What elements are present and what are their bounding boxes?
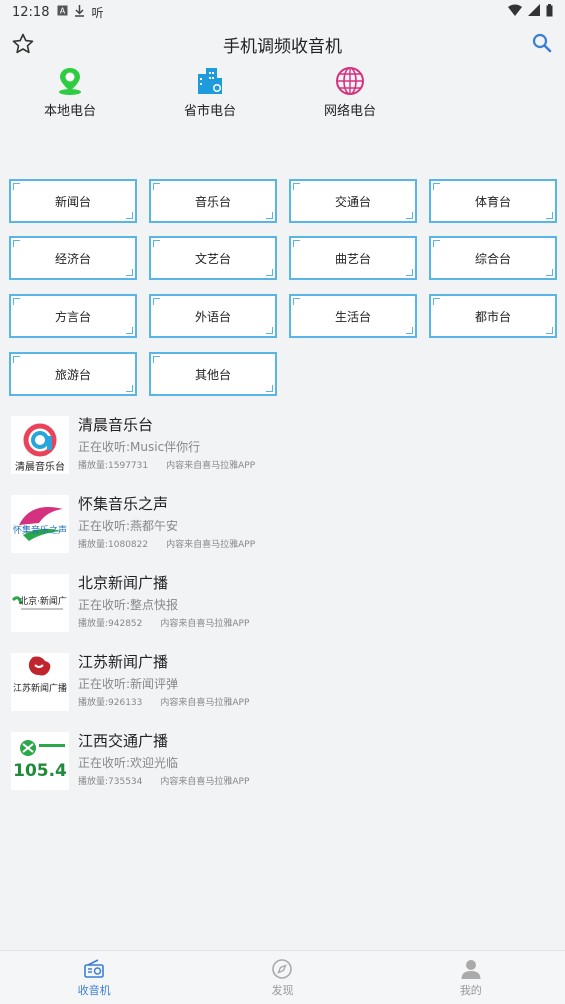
location-pin-icon [55,66,85,96]
search-icon[interactable] [531,32,553,54]
person-icon [461,959,481,979]
nav-mine[interactable]: 我的 [377,951,565,1004]
station-name: 怀集音乐之声 [78,495,169,513]
genre-sports-button[interactable]: 体育台 [429,179,557,223]
genre-city-button[interactable]: 都市台 [429,294,557,338]
station-source: 内容来自喜马拉雅APP [166,461,256,471]
genre-general-button[interactable]: 综合台 [429,236,557,280]
station-name: 江西交通广播 [78,732,169,750]
genre-traffic-button[interactable]: 交通台 [289,179,417,223]
station-name: 清晨音乐台 [78,416,154,434]
city-building-icon [195,66,225,96]
station-name: 北京新闻广播 [78,574,169,592]
list-item[interactable]: 北京·新闻广 北京新闻广播 正在收听:整点快报 播放量:942852 内容来自喜马… [0,566,565,638]
app-bar: 手机调频收音机 [0,28,565,60]
nav-discover-label: 发现 [271,983,294,997]
station-plays: 播放量:942852 [78,619,143,629]
svg-text:A: A [60,7,66,16]
genre-opera-button[interactable]: 曲艺台 [289,236,417,280]
station-source: 内容来自喜马拉雅APP [160,619,250,629]
station-now-playing: 正在收听:整点快报 [78,598,179,612]
station-meta: 播放量:926133 内容来自喜马拉雅APP [78,695,249,708]
station-logo: 怀集音乐之声 [11,495,69,553]
station-meta: 播放量:1597731 内容来自喜马拉雅APP [78,458,255,471]
station-source: 内容来自喜马拉雅APP [160,698,250,708]
nav-mine-label: 我的 [459,983,482,997]
category-network[interactable]: 网络电台 [280,66,420,119]
notification-a-icon: A [57,5,68,19]
station-logo: 江苏新闻广播 [11,653,69,711]
station-now-playing: 正在收听:新闻评弹 [78,677,179,691]
station-plays: 播放量:926133 [78,698,143,708]
star-outline-icon[interactable] [11,32,35,56]
station-name: 江苏新闻广播 [78,653,169,671]
station-logo: 北京·新闻广 [11,574,69,632]
status-time: 12:18 [12,4,50,20]
nav-radio[interactable]: 收音机 [0,951,188,1004]
station-plays: 播放量:1597731 [78,461,149,471]
station-source: 内容来自喜马拉雅APP [166,540,256,550]
station-logo-text: 清晨音乐台 [15,460,65,473]
station-logo-text: 江苏新闻广播 [13,682,67,694]
page-title: 手机调频收音机 [223,36,342,57]
category-local-label: 本地电台 [43,104,96,119]
station-logo-text: 北京·新闻广 [19,595,67,607]
category-local[interactable]: 本地电台 [0,66,140,119]
station-logo: 105.4 [11,732,69,790]
station-logo: 清晨音乐台 [11,416,69,474]
nav-discover[interactable]: 发现 [188,951,376,1004]
genre-arts-button[interactable]: 文艺台 [149,236,277,280]
battery-icon [546,3,553,21]
genre-travel-button[interactable]: 旅游台 [9,352,137,396]
station-source: 内容来自喜马拉雅APP [160,777,250,787]
top-categories: 本地电台 省市电台 网络电台 [0,66,420,119]
list-item[interactable]: 105.4 江西交通广播 正在收听:欢迎光临 播放量:735534 内容来自喜马拉… [0,724,565,796]
genre-news-button[interactable]: 新闻台 [9,179,137,223]
genre-life-button[interactable]: 生活台 [289,294,417,338]
genre-other-button[interactable]: 其他台 [149,352,277,396]
station-now-playing: 正在收听:欢迎光临 [78,756,179,770]
station-meta: 播放量:735534 内容来自喜马拉雅APP [78,774,249,787]
signal-icon [528,4,540,20]
station-plays: 播放量:735534 [78,777,143,787]
list-item[interactable]: 怀集音乐之声 怀集音乐之声 正在收听:燕都午安 播放量:1080822 内容来自喜… [0,487,565,559]
station-logo-text: 105.4 [13,761,67,781]
download-icon [74,4,85,20]
compass-icon [272,958,293,979]
bottom-nav: 收音机 发现 我的 [0,950,565,1004]
status-right [508,3,553,21]
nav-radio-label: 收音机 [77,983,111,997]
genre-foreign-button[interactable]: 外语台 [149,294,277,338]
listen-icon: 听 [91,5,104,20]
category-province[interactable]: 省市电台 [140,66,280,119]
station-now-playing: 正在收听:燕都午安 [78,519,179,533]
genre-dialect-button[interactable]: 方言台 [9,294,137,338]
station-meta: 播放量:1080822 内容来自喜马拉雅APP [78,537,255,550]
station-meta: 播放量:942852 内容来自喜马拉雅APP [78,616,249,629]
wifi-icon [508,4,522,20]
station-now-playing: 正在收听:Music伴你行 [78,440,201,454]
list-item[interactable]: 江苏新闻广播 江苏新闻广播 正在收听:新闻评弹 播放量:926133 内容来自喜马… [0,645,565,717]
station-plays: 播放量:1080822 [78,540,149,550]
radio-icon [84,958,104,978]
category-network-label: 网络电台 [323,104,376,119]
station-logo-text: 怀集音乐之声 [13,524,67,536]
status-bar: 12:18 A 听 [0,0,565,24]
list-item[interactable]: 清晨音乐台 清晨音乐台 正在收听:Music伴你行 播放量:1597731 内容来… [0,408,565,480]
category-province-label: 省市电台 [183,104,236,119]
genre-economy-button[interactable]: 经济台 [9,236,137,280]
globe-icon [335,66,365,96]
genre-music-button[interactable]: 音乐台 [149,179,277,223]
